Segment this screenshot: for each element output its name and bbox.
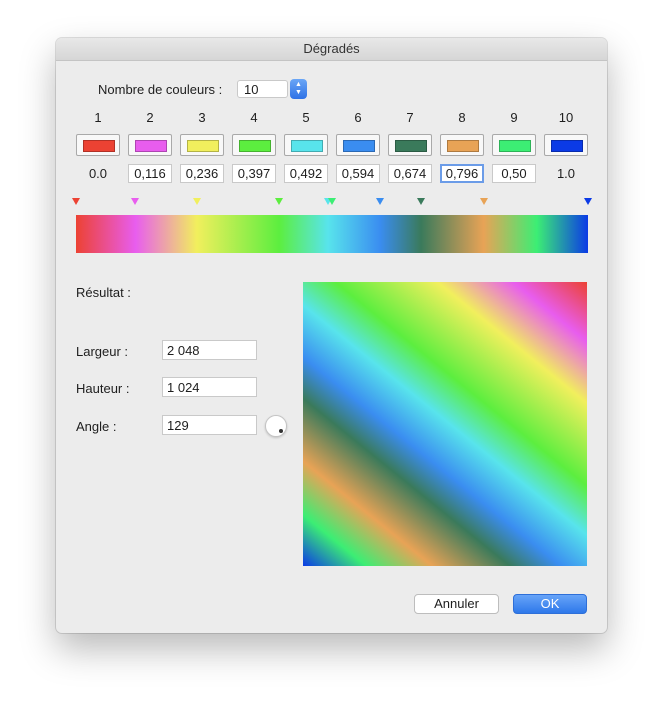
stop-index: 2 bbox=[146, 110, 154, 125]
stop-position-8[interactable]: 0,796 bbox=[440, 164, 484, 183]
color-swatch-8[interactable] bbox=[440, 134, 484, 156]
stop-marker-1[interactable] bbox=[72, 198, 80, 205]
color-swatch-1[interactable] bbox=[76, 134, 120, 156]
angle-label: Angle : bbox=[76, 419, 117, 434]
stop-marker-10[interactable] bbox=[584, 198, 592, 205]
gradient-bar[interactable] bbox=[76, 215, 588, 253]
stop-position-4[interactable]: 0,397 bbox=[232, 164, 276, 183]
stop-marker-4[interactable] bbox=[275, 198, 284, 205]
swatch-color bbox=[395, 140, 427, 152]
color-count-field[interactable]: 10 bbox=[237, 80, 288, 98]
gradients-dialog: Dégradés Nombre de couleurs : 10 ▲ ▼ 1 0.0… bbox=[56, 38, 607, 633]
swatch-color bbox=[291, 140, 323, 152]
stop-index: 10 bbox=[558, 110, 574, 125]
color-swatch-6[interactable] bbox=[336, 134, 380, 156]
stop-position-5[interactable]: 0,492 bbox=[284, 164, 328, 183]
swatch-color bbox=[551, 140, 583, 152]
stop-position-7[interactable]: 0,674 bbox=[388, 164, 432, 183]
stop-position-2[interactable]: 0,116 bbox=[128, 164, 172, 183]
color-swatch-9[interactable] bbox=[492, 134, 536, 156]
angle-dial-icon[interactable] bbox=[265, 415, 287, 437]
swatch-color bbox=[135, 140, 167, 152]
color-swatch-3[interactable] bbox=[180, 134, 224, 156]
stop-index: 1 bbox=[94, 110, 102, 125]
color-count-label: Nombre de couleurs : bbox=[98, 82, 223, 97]
cancel-button[interactable]: Annuler bbox=[414, 594, 499, 614]
stop-index: 9 bbox=[510, 110, 518, 125]
width-field[interactable]: 2 048 bbox=[162, 340, 257, 360]
dialog-title: Dégradés bbox=[56, 38, 607, 61]
swatch-color bbox=[239, 140, 271, 152]
color-swatch-2[interactable] bbox=[128, 134, 172, 156]
swatch-color bbox=[343, 140, 375, 152]
stop-index: 3 bbox=[198, 110, 206, 125]
gradient-preview bbox=[303, 282, 587, 566]
stop-marker-2[interactable] bbox=[131, 198, 140, 205]
color-swatch-5[interactable] bbox=[284, 134, 328, 156]
height-label: Hauteur : bbox=[76, 381, 130, 396]
swatch-color bbox=[83, 140, 115, 152]
color-swatch-10[interactable] bbox=[544, 134, 588, 156]
swatch-color bbox=[187, 140, 219, 152]
stop-index: 6 bbox=[354, 110, 362, 125]
stop-marker-9[interactable] bbox=[328, 198, 336, 205]
stop-position-10: 1.0 bbox=[556, 166, 576, 181]
stop-position-3[interactable]: 0,236 bbox=[180, 164, 224, 183]
stop-marker-7[interactable] bbox=[417, 198, 426, 205]
ok-button[interactable]: OK bbox=[513, 594, 587, 614]
stop-index: 4 bbox=[250, 110, 258, 125]
stop-position-9[interactable]: 0,50 bbox=[492, 164, 536, 183]
swatch-color bbox=[499, 140, 531, 152]
stop-marker-8[interactable] bbox=[479, 198, 488, 205]
color-swatch-4[interactable] bbox=[232, 134, 276, 156]
stop-position-1: 0.0 bbox=[88, 166, 108, 181]
stop-marker-3[interactable] bbox=[192, 198, 201, 205]
stop-marker-6[interactable] bbox=[376, 198, 385, 205]
result-label: Résultat : bbox=[76, 285, 131, 300]
height-field[interactable]: 1 024 bbox=[162, 377, 257, 397]
stop-index: 5 bbox=[302, 110, 310, 125]
color-swatch-7[interactable] bbox=[388, 134, 432, 156]
stop-index: 7 bbox=[406, 110, 414, 125]
stop-index: 8 bbox=[458, 110, 466, 125]
angle-field[interactable]: 129 bbox=[162, 415, 257, 435]
width-label: Largeur : bbox=[76, 344, 129, 359]
up-down-arrows-icon[interactable]: ▲ ▼ bbox=[290, 79, 307, 99]
stop-position-6[interactable]: 0,594 bbox=[336, 164, 380, 183]
swatch-color bbox=[447, 140, 479, 152]
